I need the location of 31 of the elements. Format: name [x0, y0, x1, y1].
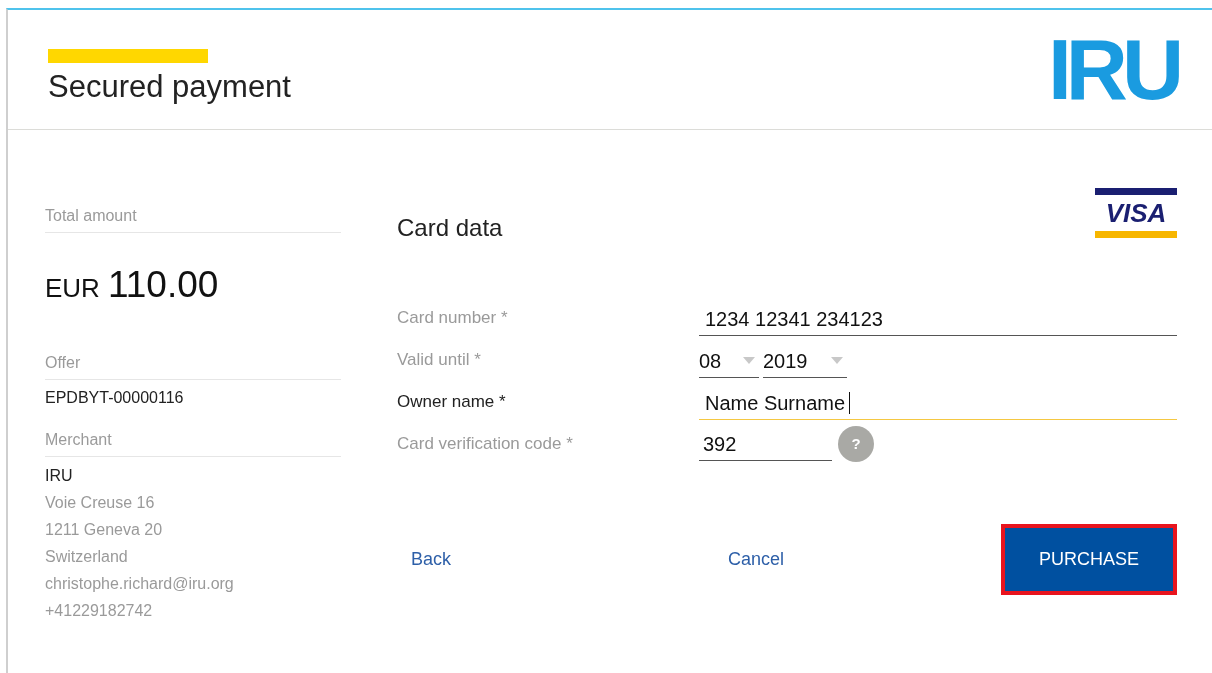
offer-number: EPDBYT-00000116: [45, 387, 185, 408]
text-cursor: [849, 391, 851, 414]
text-input-field[interactable]: Name Surname: [699, 386, 1177, 420]
dropdown-caret-icon: [743, 357, 755, 364]
merchant-detail: Voie Creuse 16: [45, 492, 156, 513]
year-select[interactable]: 2019: [763, 344, 847, 378]
merchant-detail: Switzerland: [45, 546, 129, 567]
summary-label: Total amount: [45, 204, 341, 233]
purchase-button[interactable]: PURCHASE: [1005, 528, 1173, 591]
month-select[interactable]: 08: [699, 344, 759, 378]
back-link[interactable]: Back: [411, 546, 452, 573]
currency: EUR: [45, 272, 100, 305]
merchant-detail: 1211 Geneva 20: [45, 519, 164, 540]
merchant-detail: +41229182742: [45, 600, 154, 621]
field-label: Owner name *: [397, 390, 507, 413]
field-label: Valid until *: [397, 348, 482, 371]
merchant-name: IRU: [45, 465, 74, 486]
page-title: Secured payment: [48, 71, 291, 102]
text-input-field[interactable]: 1234 12341 234123: [699, 302, 1177, 336]
amount: 110.00: [107, 263, 219, 307]
summary-label: Offer: [45, 350, 341, 380]
field-label: Card number *: [397, 306, 509, 329]
company-logo: IRU: [1047, 34, 1178, 104]
section-title: Card data: [397, 213, 503, 243]
summary-label: Merchant: [45, 427, 341, 457]
cancel-link[interactable]: Cancel: [728, 546, 785, 573]
merchant-detail: christophe.richard@iru.org: [45, 573, 235, 594]
field-label: Card verification code *: [397, 432, 574, 455]
cvc-input-field[interactable]: 392: [699, 427, 832, 461]
dropdown-caret-icon: [831, 357, 843, 364]
card-brand-logo: VISA: [1095, 188, 1177, 238]
